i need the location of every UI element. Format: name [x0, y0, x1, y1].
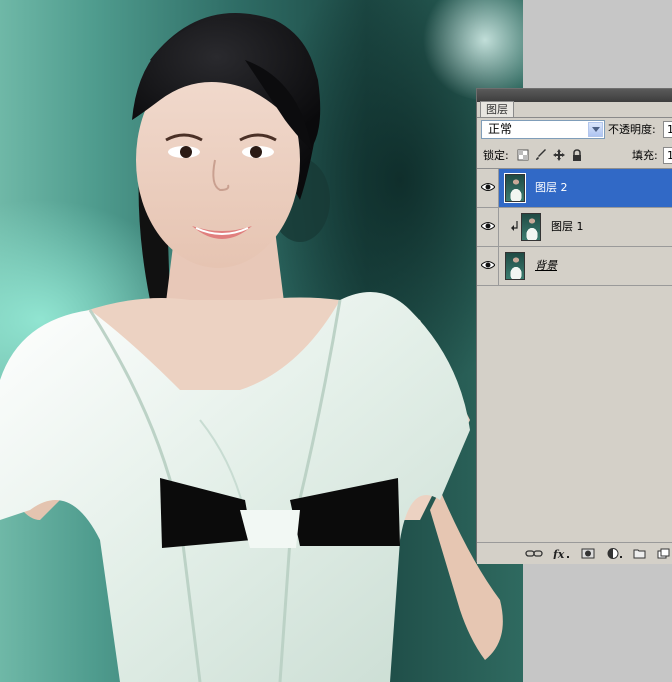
- lock-move-icon[interactable]: [553, 149, 565, 161]
- layer-row-layer2[interactable]: 图层 2: [477, 169, 672, 208]
- document-canvas[interactable]: [0, 0, 523, 682]
- blend-mode-value: 正常: [488, 122, 513, 136]
- lock-label: 锁定:: [483, 149, 509, 162]
- portrait-photo: [0, 13, 503, 682]
- layer-row-layer1[interactable]: 图层 1: [477, 208, 672, 247]
- svg-text:fx: fx: [553, 548, 565, 559]
- layer-thumbnail: [504, 173, 526, 203]
- layer-name: 背景: [535, 259, 557, 272]
- new-layer-icon[interactable]: [657, 548, 671, 559]
- fx-icon[interactable]: fx: [553, 548, 571, 559]
- lock-all-icon[interactable]: [571, 149, 583, 161]
- opacity-label: 不透明度:: [608, 123, 656, 136]
- fill-label: 填充:: [632, 149, 658, 162]
- lock-transparent-icon[interactable]: [517, 149, 529, 161]
- group-folder-icon[interactable]: [633, 548, 647, 559]
- chevron-down-icon[interactable]: [588, 122, 603, 137]
- layer-name: 图层 1: [551, 220, 584, 233]
- visibility-toggle[interactable]: [477, 169, 499, 207]
- eye-icon: [481, 222, 495, 230]
- layer-thumbnail: [505, 252, 525, 280]
- panel-bottom-toolbar: fx: [477, 542, 672, 564]
- eye-icon: [481, 261, 495, 269]
- opacity-input[interactable]: 1: [663, 121, 672, 138]
- blend-mode-select[interactable]: 正常: [481, 120, 605, 139]
- lock-brush-icon[interactable]: [535, 149, 547, 161]
- adjustment-icon[interactable]: [607, 548, 623, 559]
- tab-divider: [477, 117, 672, 118]
- mask-icon[interactable]: [581, 548, 595, 559]
- eye-icon: [481, 183, 495, 191]
- layer-name: 图层 2: [535, 181, 568, 194]
- layer-row-background[interactable]: 背景: [477, 247, 672, 286]
- visibility-toggle[interactable]: [477, 208, 499, 246]
- tab-layers[interactable]: 图层: [480, 101, 514, 118]
- clipping-mask-arrow-icon: [511, 221, 518, 231]
- link-icon[interactable]: [525, 548, 543, 559]
- visibility-toggle[interactable]: [477, 247, 499, 285]
- layer-list: 图层 2 图层 1 背景: [477, 168, 672, 543]
- layers-panel: 图层 正常 不透明度: 1 锁定: 填充: 1 图层 2: [476, 88, 672, 564]
- layer-thumbnail: [521, 213, 541, 241]
- fill-input[interactable]: 1: [663, 147, 672, 164]
